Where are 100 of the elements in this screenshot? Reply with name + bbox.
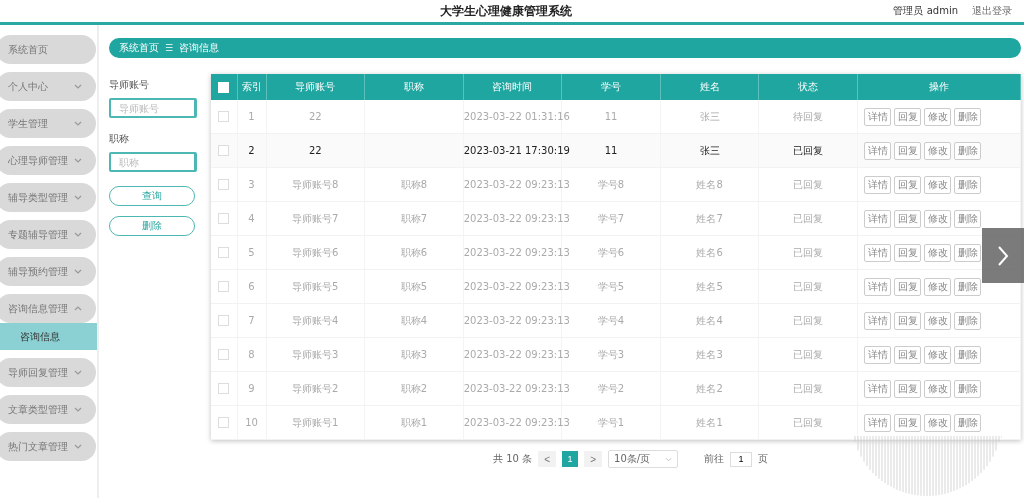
action-button[interactable]: 回复 <box>894 379 921 398</box>
action-button[interactable]: 详情 <box>864 413 891 432</box>
action-button[interactable]: 删除 <box>954 107 981 126</box>
table-cell: 姓名5 <box>696 280 723 292</box>
table-cell: 2023-03-22 09:23:13 <box>463 383 570 394</box>
next-page-button[interactable]: > <box>584 451 603 467</box>
action-button[interactable]: 删除 <box>954 141 981 160</box>
table-cell: 2023-03-22 01:31:16 <box>463 111 570 122</box>
action-button[interactable]: 详情 <box>864 243 891 262</box>
table-cell: 导师账号1 <box>292 416 339 428</box>
table-cell: 姓名7 <box>696 212 723 224</box>
action-button[interactable]: 删除 <box>954 413 981 432</box>
table-cell: 2023-03-22 09:23:13 <box>463 349 570 360</box>
action-button[interactable]: 详情 <box>864 209 891 228</box>
action-button[interactable]: 回复 <box>894 175 921 194</box>
sidebar-item[interactable]: 学生管理 <box>0 109 96 138</box>
logout-link[interactable]: 退出登录 <box>972 4 1012 18</box>
sidebar-item[interactable]: 辅导类型管理 <box>0 183 96 212</box>
action-button[interactable]: 详情 <box>864 345 891 364</box>
goto-page-field[interactable]: 1 <box>730 451 753 467</box>
table-cell: 已回复 <box>793 144 824 156</box>
action-button[interactable]: 删除 <box>954 379 981 398</box>
action-button[interactable]: 回复 <box>894 243 921 262</box>
action-button[interactable]: 删除 <box>954 243 981 262</box>
action-button[interactable]: 详情 <box>864 141 891 160</box>
next-arrow-button[interactable] <box>982 228 1024 283</box>
sidebar-item[interactable]: 热门文章管理 <box>0 432 96 461</box>
table-cell: 学号3 <box>597 348 625 360</box>
sidebar-item[interactable]: 文章类型管理 <box>0 395 96 424</box>
filter-button[interactable]: 查询 <box>109 186 195 206</box>
table-cell: 职称2 <box>400 382 428 394</box>
row-checkbox[interactable] <box>218 213 230 225</box>
table-cell: 2023-03-22 09:23:13 <box>463 247 570 258</box>
action-button[interactable]: 回复 <box>894 277 921 296</box>
action-button[interactable]: 修改 <box>924 141 951 160</box>
table-cell: 2023-03-22 09:23:13 <box>463 315 570 326</box>
action-button[interactable]: 修改 <box>924 413 951 432</box>
action-button[interactable]: 修改 <box>924 277 951 296</box>
action-button[interactable]: 修改 <box>924 243 951 262</box>
submenu-item[interactable]: 咨询信息 <box>0 323 97 350</box>
action-button[interactable]: 详情 <box>864 175 891 194</box>
breadcrumb-link[interactable]: 系统首页 <box>119 41 159 55</box>
row-checkbox[interactable] <box>218 315 230 327</box>
action-button[interactable]: 修改 <box>924 107 951 126</box>
filter-button[interactable]: 删除 <box>109 216 195 236</box>
sidebar-item[interactable]: 专题辅导管理 <box>0 220 96 249</box>
page-size-select[interactable]: 10条/页 <box>608 450 679 468</box>
action-button[interactable]: 回复 <box>894 345 921 364</box>
action-button[interactable]: 修改 <box>924 345 951 364</box>
table-cell: 姓名2 <box>696 382 723 394</box>
table-cell: 姓名8 <box>696 178 723 190</box>
row-checkbox[interactable] <box>218 417 230 429</box>
filter-field[interactable]: 导师账号 <box>109 98 197 118</box>
action-button[interactable]: 修改 <box>924 311 951 330</box>
action-button[interactable]: 删除 <box>954 209 981 228</box>
table-cell: 11 <box>604 111 618 122</box>
action-button[interactable]: 详情 <box>864 311 891 330</box>
row-checkbox[interactable] <box>218 281 230 293</box>
action-button[interactable]: 回复 <box>894 141 921 160</box>
sidebar-item[interactable]: 系统首页 <box>0 35 96 64</box>
action-button[interactable]: 回复 <box>894 311 921 330</box>
row-checkbox[interactable] <box>218 179 230 191</box>
row-checkbox[interactable] <box>218 145 230 157</box>
sidebar-item[interactable]: 咨询信息管理 <box>0 294 96 323</box>
table-cell: 5 <box>248 247 255 258</box>
table-cell: 导师账号5 <box>292 280 339 292</box>
action-button[interactable]: 详情 <box>864 379 891 398</box>
action-button[interactable]: 详情 <box>864 107 891 126</box>
action-button[interactable]: 修改 <box>924 175 951 194</box>
sidebar-item[interactable]: 辅导预约管理 <box>0 257 96 286</box>
table-cell: 已回复 <box>793 348 824 360</box>
action-button[interactable]: 删除 <box>954 311 981 330</box>
table-cell: 已回复 <box>793 280 824 292</box>
row-checkbox[interactable] <box>218 247 230 259</box>
row-checkbox[interactable] <box>218 349 230 361</box>
action-button[interactable]: 回复 <box>894 413 921 432</box>
sidebar-item[interactable]: 心理导师管理 <box>0 146 96 175</box>
page-button[interactable]: 1 <box>562 451 579 467</box>
action-button[interactable]: 修改 <box>924 379 951 398</box>
action-button[interactable]: 删除 <box>954 175 981 194</box>
table-cell: 已回复 <box>793 246 824 258</box>
table-cell: 职称8 <box>400 178 428 190</box>
action-button[interactable]: 删除 <box>954 277 981 296</box>
sidebar-item[interactable]: 个人中心 <box>0 72 96 101</box>
action-button[interactable]: 详情 <box>864 277 891 296</box>
table-cell: 9 <box>248 383 255 394</box>
action-button[interactable]: 修改 <box>924 209 951 228</box>
sidebar-item[interactable]: 导师回复管理 <box>0 358 96 387</box>
action-button[interactable]: 回复 <box>894 107 921 126</box>
row-checkbox[interactable] <box>218 111 230 123</box>
action-button[interactable]: 回复 <box>894 209 921 228</box>
row-checkbox[interactable] <box>218 383 230 395</box>
table-cell: 姓名4 <box>696 314 723 326</box>
filter-label: 导师账号 <box>109 78 150 92</box>
table-cell: 待回复 <box>793 110 824 122</box>
table-cell: 11 <box>604 145 618 156</box>
prev-page-button[interactable]: < <box>538 451 557 467</box>
table-cell: 2023-03-22 09:23:13 <box>463 281 570 292</box>
select-all-checkbox[interactable] <box>218 81 230 93</box>
action-button[interactable]: 删除 <box>954 345 981 364</box>
